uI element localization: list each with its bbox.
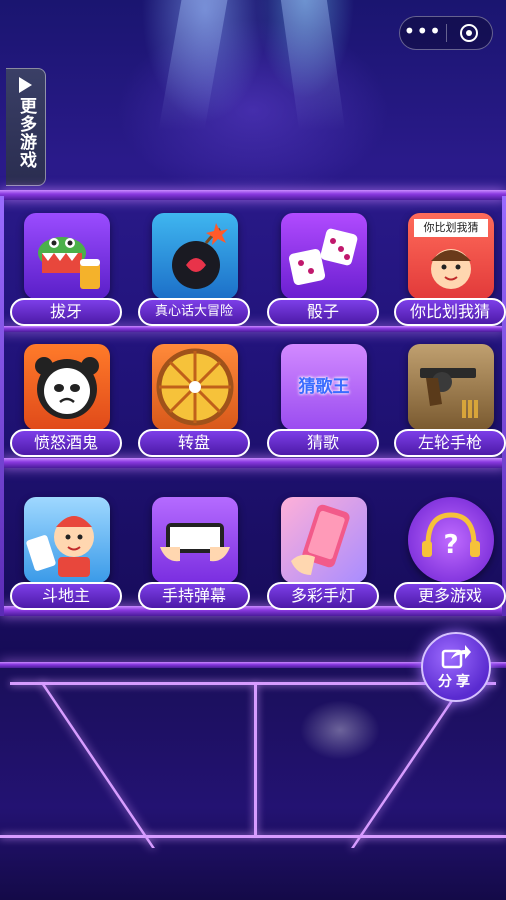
game-label: 真心话大冒险 <box>138 298 250 326</box>
game-label: 骰子 <box>267 298 379 326</box>
phone-hands-icon <box>152 497 238 583</box>
question-headphones-icon: ? <box>408 497 494 583</box>
share-button[interactable]: 分享 <box>421 632 491 702</box>
game-tile-more-games[interactable]: ? 更多游戏 <box>394 497 506 615</box>
game-tile-wheel[interactable]: 转盘 <box>138 344 250 462</box>
share-label: 分享 <box>438 674 474 690</box>
game-tile-truth-or-dare[interactable]: 真心话大冒险 <box>138 213 250 331</box>
revolver-icon <box>408 344 494 430</box>
share-arrow-icon <box>441 645 471 669</box>
panda-icon <box>24 344 110 430</box>
game-tile-dice[interactable]: 骰子 <box>267 213 379 331</box>
game-label: 你比划我猜 <box>394 298 506 326</box>
game-label: 愤怒酒鬼 <box>10 429 122 457</box>
svg-text:?: ? <box>443 530 458 560</box>
game-label: 拔牙 <box>10 298 122 326</box>
game-label: 猜歌 <box>267 429 379 457</box>
phone-light-icon <box>281 497 367 583</box>
game-label: 手持弹幕 <box>138 582 250 610</box>
game-tile-charades[interactable]: 你比划我猜 你比划我猜 <box>394 213 506 331</box>
game-tile-angry-drunk[interactable]: 愤怒酒鬼 <box>10 344 122 462</box>
game-label: 更多游戏 <box>394 582 506 610</box>
guess-song-icon: 猜歌王 <box>281 344 367 430</box>
game-label: 左轮手枪 <box>394 429 506 457</box>
game-tile-landlord[interactable]: 斗地主 <box>10 497 122 615</box>
dice-icon <box>281 213 367 299</box>
game-tile-revolver[interactable]: 左轮手枪 <box>394 344 506 462</box>
games-grid: 拔牙 真心话大冒险 骰子 你比划我猜 你比划我猜 愤怒酒鬼 转盘 猜歌王 猜歌 … <box>0 0 506 900</box>
cards-icon <box>24 497 110 583</box>
crocodile-icon <box>24 213 110 299</box>
bomb-heart-icon <box>152 213 238 299</box>
charades-icon: 你比划我猜 <box>408 213 494 299</box>
wheel-icon <box>152 344 238 430</box>
game-tile-handheld-danmaku[interactable]: 手持弹幕 <box>138 497 250 615</box>
game-tile-guess-song[interactable]: 猜歌王 猜歌 <box>267 344 379 462</box>
game-tile-pull-tooth[interactable]: 拔牙 <box>10 213 122 331</box>
game-label: 斗地主 <box>10 582 122 610</box>
game-label: 多彩手灯 <box>267 582 379 610</box>
game-label: 转盘 <box>138 429 250 457</box>
guess-song-logo-text: 猜歌王 <box>298 377 350 397</box>
game-tile-colorful-light[interactable]: 多彩手灯 <box>267 497 379 615</box>
